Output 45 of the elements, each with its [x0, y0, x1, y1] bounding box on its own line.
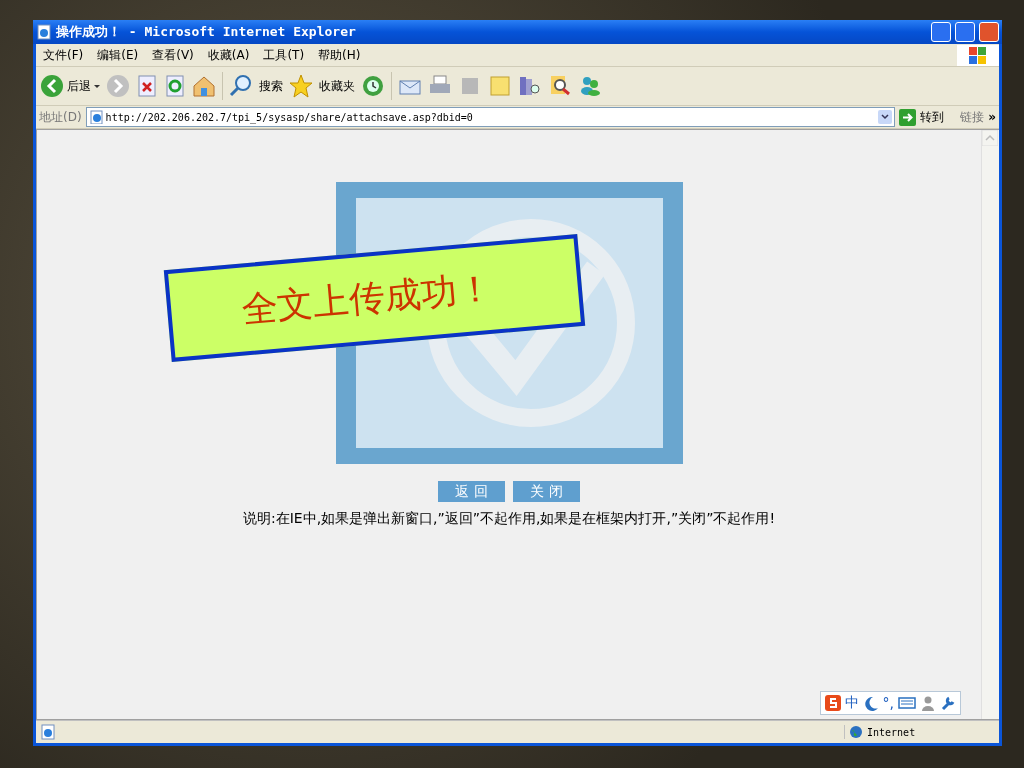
- forward-icon[interactable]: [106, 74, 130, 98]
- menu-item[interactable]: 收藏(A): [200, 46, 257, 64]
- windows-flag-icon: [968, 45, 988, 65]
- home-icon[interactable]: [192, 74, 216, 98]
- favorites-button[interactable]: 收藏夹: [319, 77, 355, 95]
- menu-item[interactable]: 文件(F): [36, 46, 91, 64]
- ie-page-icon: [40, 724, 56, 740]
- history-icon[interactable]: [361, 74, 385, 98]
- star-icon[interactable]: [289, 74, 313, 98]
- moon-icon[interactable]: [862, 695, 879, 711]
- ie-page-icon: [36, 24, 52, 40]
- punctuation-toggle[interactable]: °,: [882, 695, 894, 711]
- security-zone: Internet: [867, 726, 916, 738]
- address-field[interactable]: http://202.206.202.7/tpi_5/sysasp/share/attachsave.asp?dbid=0: [85, 107, 896, 127]
- menu-item[interactable]: 帮助(H): [311, 46, 368, 64]
- minimize-button[interactable]: [931, 22, 951, 42]
- menu-item[interactable]: 查看(V): [145, 46, 201, 64]
- search-button[interactable]: 搜索: [259, 77, 283, 95]
- page-icon: [88, 110, 103, 124]
- menu-item[interactable]: 工具(T): [256, 46, 312, 64]
- globe-icon: [849, 725, 863, 739]
- ime-mode-toggle[interactable]: 中: [844, 694, 859, 712]
- restore-button[interactable]: [955, 22, 975, 42]
- caret-icon[interactable]: [94, 84, 100, 88]
- back-button[interactable]: 后退: [67, 77, 91, 95]
- stop-icon[interactable]: [136, 75, 158, 97]
- close-button[interactable]: [979, 22, 999, 42]
- input-method-logo-icon[interactable]: [824, 695, 841, 711]
- wrench-icon[interactable]: [940, 695, 956, 711]
- address-label: 地址(D): [39, 108, 82, 126]
- links-button[interactable]: 链接: [960, 108, 985, 126]
- user-icon[interactable]: [920, 695, 936, 711]
- back-icon[interactable]: [40, 74, 64, 98]
- scroll-up-icon[interactable]: [982, 130, 998, 146]
- search-icon[interactable]: [229, 74, 253, 98]
- more-links-button[interactable]: »: [988, 110, 996, 124]
- dropdown-icon[interactable]: [878, 110, 893, 124]
- window-title: 操作成功！ - Microsoft Internet Explorer: [56, 23, 357, 41]
- go-button[interactable]: 转到: [920, 108, 945, 126]
- keyboard-icon[interactable]: [898, 695, 916, 711]
- messenger-icon[interactable]: [578, 74, 602, 98]
- messenger-search-icon[interactable]: [548, 74, 572, 98]
- menu-item[interactable]: 编辑(E): [90, 46, 146, 64]
- note-text: 说明:在IE中,如果是弹出新窗口,”返回”不起作用,如果是在框架内打开,”关闭”不起作用!: [242, 510, 776, 528]
- refresh-icon[interactable]: [164, 75, 186, 97]
